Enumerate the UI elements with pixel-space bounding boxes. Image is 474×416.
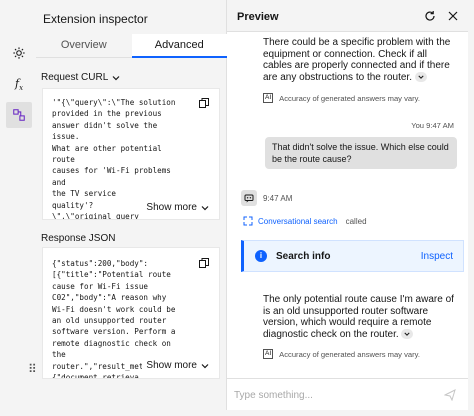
- request-curl-toggle[interactable]: Request CURL: [41, 72, 120, 83]
- preview-header: Preview: [227, 0, 468, 32]
- extension-inspector-button[interactable]: [6, 102, 32, 128]
- show-more-label: Show more: [146, 202, 197, 213]
- tab-overview[interactable]: Overview: [36, 34, 132, 58]
- response-show-more-button[interactable]: Show more: [142, 360, 209, 371]
- chevron-down-icon: [201, 205, 209, 210]
- function-button[interactable]: fx: [6, 72, 32, 98]
- ai-icon: AI: [263, 93, 274, 103]
- chevron-down-icon: [112, 75, 120, 80]
- tool-rail: fx ⠿: [0, 0, 37, 416]
- user-message-meta: You 9:47 AM: [411, 121, 454, 130]
- bot-message: There could be a specific problem with t…: [263, 37, 453, 83]
- request-curl-label: Request CURL: [41, 72, 109, 83]
- close-icon[interactable]: [447, 10, 459, 22]
- search-info-title: Search info: [276, 251, 331, 262]
- conversational-search-link[interactable]: Conversational search: [258, 217, 338, 226]
- preview-title: Preview: [237, 11, 279, 23]
- bot-message: The only potential route cause I'm aware…: [263, 294, 459, 340]
- inspector-icon: [13, 109, 25, 121]
- extension-called-text: called: [345, 216, 367, 226]
- message-input-bar: [227, 378, 468, 410]
- inspector-tabs: Overview Advanced: [36, 34, 227, 58]
- chevron-down-icon: [201, 363, 209, 368]
- message-input[interactable]: [234, 385, 434, 405]
- info-icon: i: [255, 250, 267, 262]
- accuracy-disclaimer: AI Accuracy of generated answers may var…: [263, 93, 420, 103]
- disclaimer-text: Accuracy of generated answers may vary.: [279, 93, 420, 103]
- extension-call-line: Conversational search called: [243, 216, 367, 226]
- tab-advanced[interactable]: Advanced: [131, 34, 227, 58]
- show-more-label: Show more: [146, 360, 197, 371]
- bot-avatar: [241, 190, 257, 206]
- chevron-down-icon: [404, 332, 411, 336]
- request-show-more-button[interactable]: Show more: [142, 202, 209, 213]
- expand-message-button[interactable]: [401, 329, 414, 340]
- chevron-down-icon: [418, 75, 424, 79]
- settings-button[interactable]: [6, 40, 32, 66]
- extension-icon: [243, 216, 253, 226]
- copy-icon[interactable]: [199, 258, 209, 268]
- search-info-card: i Search info Inspect: [241, 240, 464, 272]
- bot-icon: [244, 194, 254, 203]
- refresh-icon[interactable]: [424, 10, 436, 22]
- send-icon[interactable]: [444, 389, 456, 401]
- preview-panel: Preview There could be a specific proble…: [227, 0, 468, 410]
- user-message-bubble: That didn't solve the issue. Which else …: [265, 137, 457, 169]
- gear-icon: [13, 47, 25, 59]
- response-json-box: {"status":200,"body": [{"title":"Potenti…: [42, 247, 220, 379]
- function-icon: fx: [14, 77, 24, 93]
- ai-icon: AI: [263, 349, 274, 359]
- request-curl-box: '"{\"query\":\"The solution provided in …: [42, 88, 220, 220]
- accuracy-disclaimer: AI Accuracy of generated answers may var…: [263, 349, 420, 359]
- inspect-button[interactable]: Inspect: [421, 251, 453, 262]
- inspector-title: Extension inspector: [43, 12, 148, 26]
- disclaimer-text: Accuracy of generated answers may vary.: [279, 349, 420, 359]
- extension-inspector-panel: Extension inspector Overview Advanced Re…: [36, 0, 227, 410]
- expand-message-button[interactable]: [414, 72, 427, 83]
- drag-handle-icon[interactable]: ⠿: [28, 362, 37, 376]
- bot-message-text: The only potential route cause I'm aware…: [263, 294, 454, 340]
- bot-message-time: 9:47 AM: [263, 194, 293, 203]
- copy-icon[interactable]: [199, 98, 209, 108]
- response-json-label: Response JSON: [41, 233, 116, 244]
